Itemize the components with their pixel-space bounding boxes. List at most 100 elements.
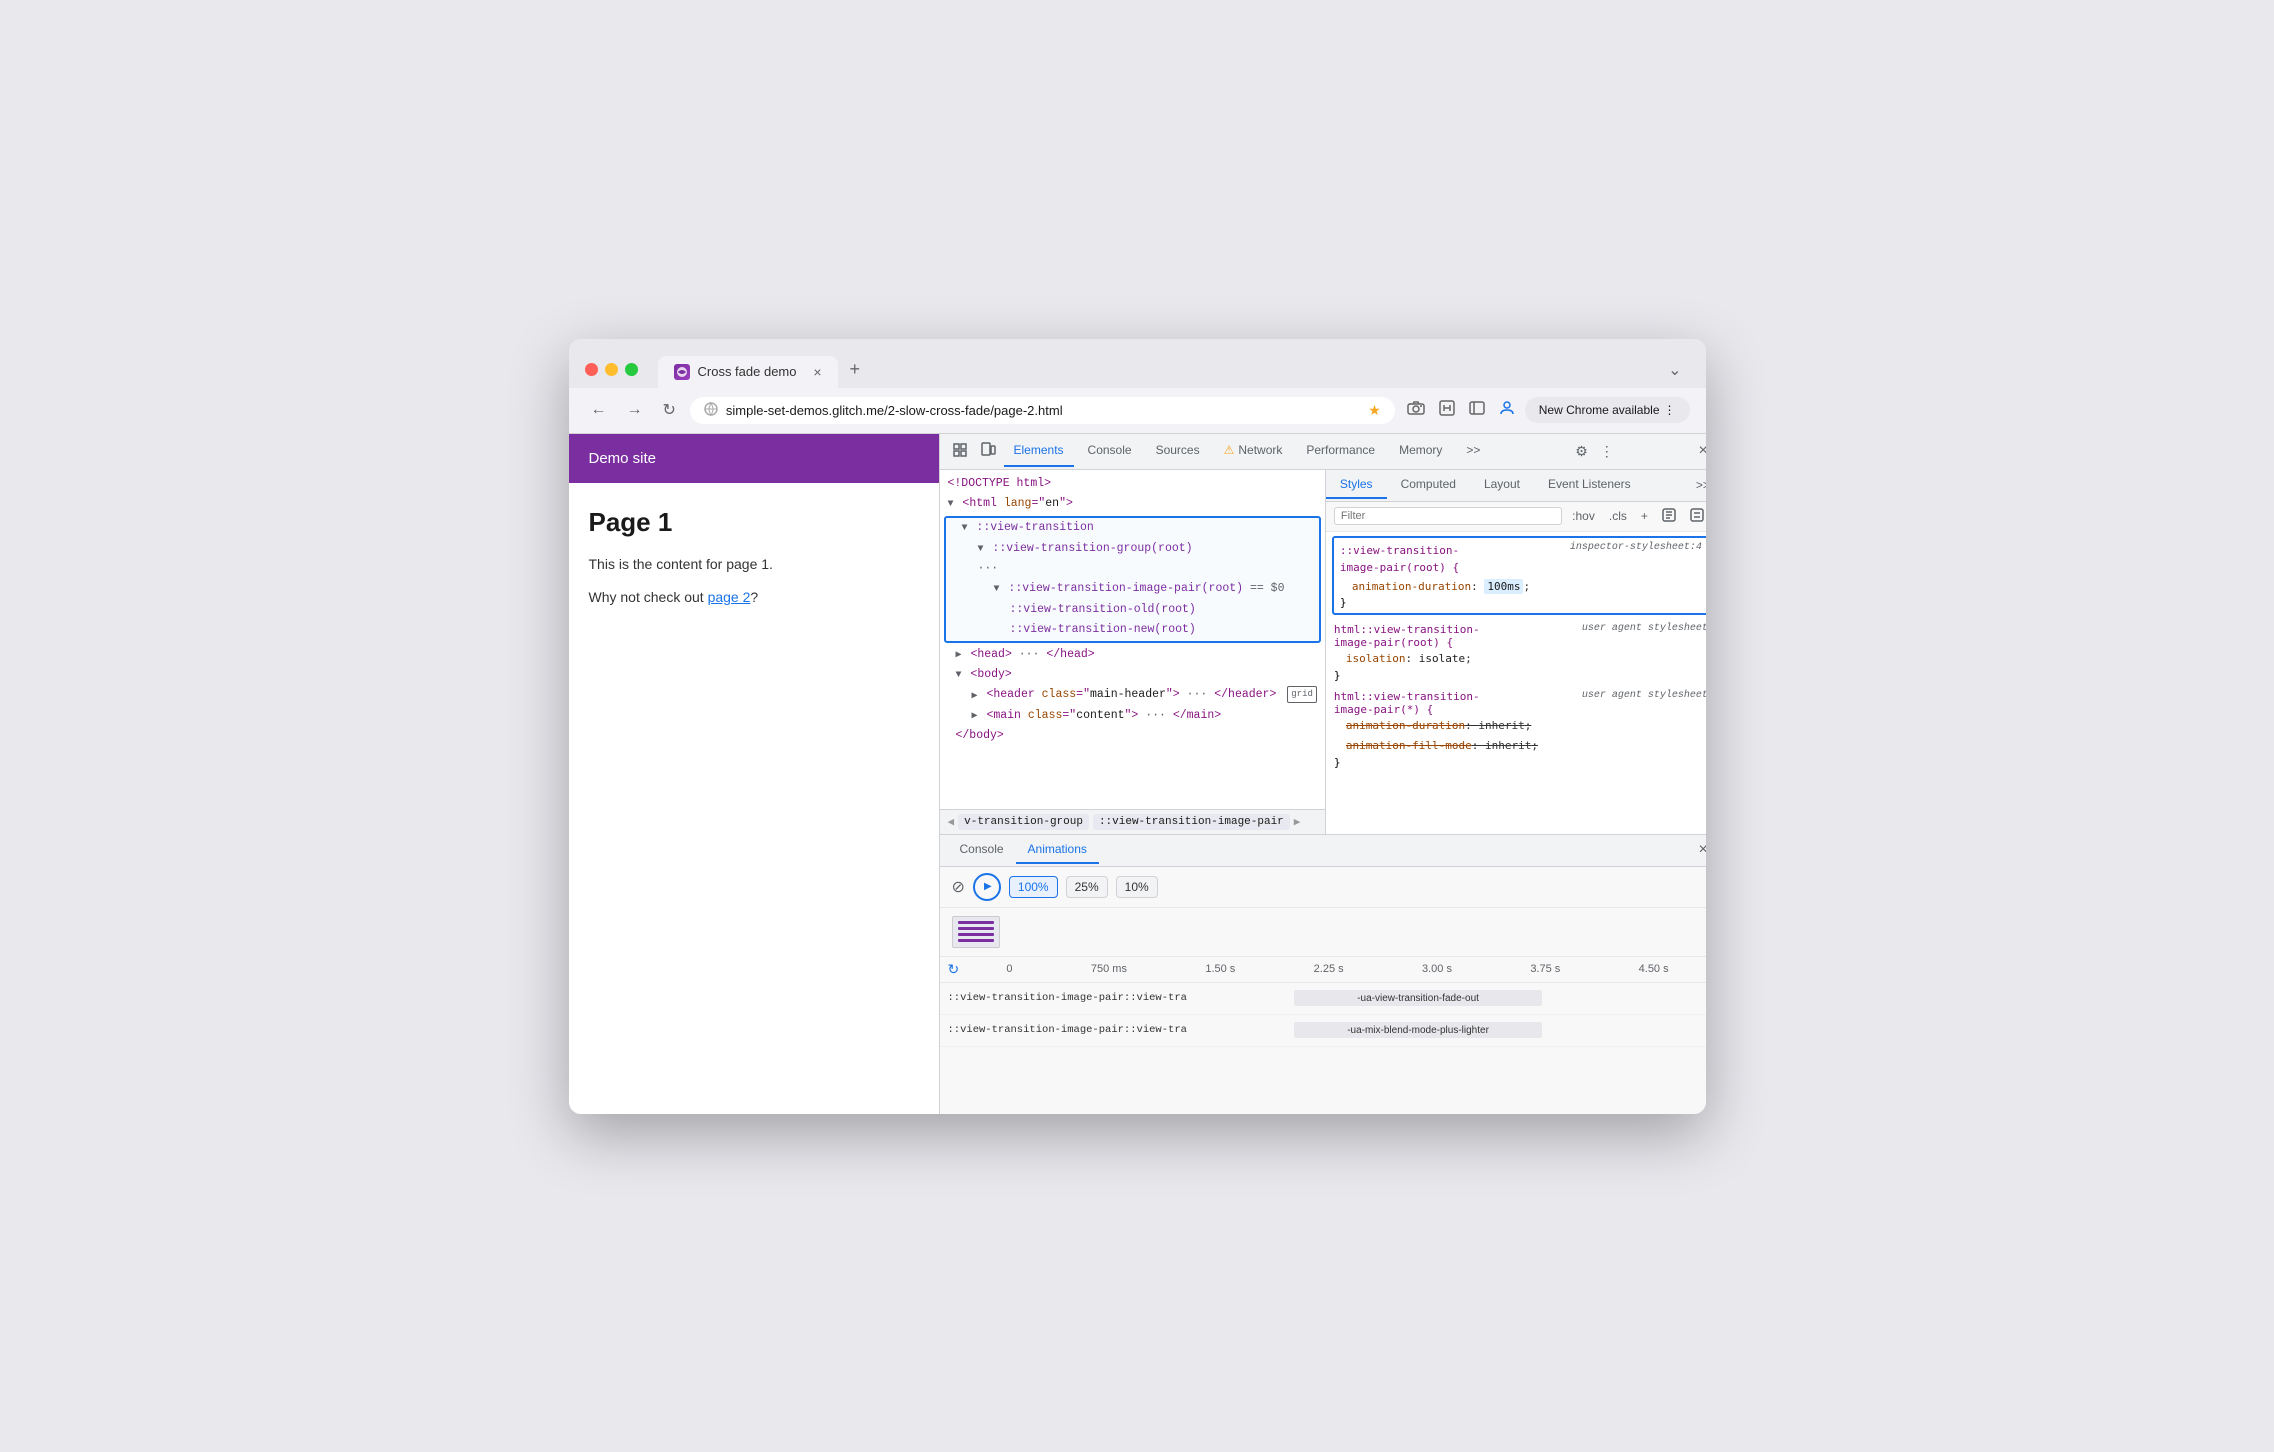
sidebar-icon[interactable] — [1465, 397, 1489, 424]
timeline-bar-label-1: -ua-view-transition-fade-out — [1357, 993, 1479, 1004]
tab-more[interactable]: >> — [1456, 435, 1490, 467]
elem-body[interactable]: ▼ <body> — [940, 665, 1325, 685]
animation-cancel-button[interactable]: ⊘ — [952, 877, 965, 897]
tab-close-button[interactable]: × — [813, 364, 821, 380]
animation-list-area — [940, 908, 1706, 957]
breadcrumb-next-button[interactable]: ▶ — [1294, 815, 1301, 829]
new-chrome-button[interactable]: New Chrome available ⋮ — [1525, 397, 1690, 423]
animation-list-item[interactable] — [952, 916, 1704, 948]
speed-100-button[interactable]: 100% — [1009, 876, 1058, 898]
elem-view-transition-new[interactable]: ::view-transition-new(root) — [946, 620, 1319, 640]
hov-button[interactable]: :hov — [1568, 507, 1599, 525]
elem-head[interactable]: ▶ <head> ··· </head> — [940, 645, 1325, 665]
demo-site-title: Demo site — [589, 450, 657, 467]
tab-title: Cross fade demo — [698, 364, 797, 379]
devtools-panels: <!DOCTYPE html> ▼ <html lang="en"> ▼ ::v… — [940, 470, 1706, 834]
main-area: Demo site Page 1 This is the content for… — [569, 434, 1706, 1114]
new-chrome-more-icon: ⋮ — [1664, 403, 1676, 417]
page-heading: Page 1 — [589, 507, 919, 538]
styles-tab-more[interactable]: >> — [1690, 474, 1706, 496]
timeline-bar-area-1: -ua-view-transition-fade-out — [1220, 983, 1706, 1014]
marker-750: 750 ms — [1091, 963, 1127, 975]
speed-10-button[interactable]: 10% — [1116, 876, 1158, 898]
computed-style-button[interactable] — [1686, 506, 1706, 527]
tab-console[interactable]: Console — [1078, 435, 1142, 467]
style-source-highlighted[interactable]: inspector-stylesheet:4 — [1570, 542, 1702, 553]
timeline-row-2[interactable]: ::view-transition-image-pair::view-tra -… — [940, 1015, 1706, 1047]
back-button[interactable]: ← — [585, 397, 613, 423]
tab-elements[interactable]: Elements — [1004, 435, 1074, 467]
styles-content: ::view-transition-image-pair(root) { ins… — [1326, 532, 1706, 834]
elements-panel: <!DOCTYPE html> ▼ <html lang="en"> ▼ ::v… — [940, 470, 1326, 834]
grid-badge: grid — [1287, 686, 1317, 702]
style-prop-anim-dur: animation-duration — [1352, 580, 1471, 593]
address-bar[interactable]: simple-set-demos.glitch.me/2-slow-cross-… — [690, 397, 1395, 424]
demo-site-header: Demo site — [569, 434, 939, 483]
new-style-rule-button[interactable] — [1658, 506, 1680, 527]
styles-tab-event-listeners[interactable]: Event Listeners — [1534, 471, 1645, 499]
bookmark-icon[interactable]: ★ — [1368, 402, 1381, 419]
elem-view-transition[interactable]: ▼ ::view-transition — [946, 518, 1319, 538]
speed-25-button[interactable]: 25% — [1066, 876, 1108, 898]
style-ua-label-2: user agent stylesheet — [1582, 690, 1706, 716]
styles-tab-layout[interactable]: Layout — [1470, 471, 1534, 499]
devtools-more-button[interactable]: ⋮ — [1596, 439, 1618, 464]
add-style-button[interactable]: + — [1637, 507, 1652, 525]
styles-tab-styles[interactable]: Styles — [1326, 471, 1387, 499]
maximize-traffic-light[interactable] — [625, 363, 638, 376]
timeline-row-1[interactable]: ::view-transition-image-pair::view-tra -… — [940, 983, 1706, 1015]
breadcrumb-prev-button[interactable]: ◀ — [948, 815, 955, 829]
bottom-tab-animations[interactable]: Animations — [1016, 836, 1099, 864]
share-icon[interactable] — [1435, 396, 1459, 425]
content-p2-text: Why not check out — [589, 589, 708, 605]
elem-main[interactable]: ▶ <main class="content"> ··· </main> — [940, 706, 1325, 726]
element-picker-button[interactable] — [948, 438, 972, 465]
page-2-link[interactable]: page 2 — [708, 589, 751, 605]
animation-play-button[interactable]: ▶ — [973, 873, 1001, 901]
profile-icon[interactable] — [1495, 396, 1519, 425]
bottom-panel: Console Animations × ⊘ ▶ 100% 25% 10% — [940, 834, 1706, 1114]
elements-content[interactable]: <!DOCTYPE html> ▼ <html lang="en"> ▼ ::v… — [940, 470, 1325, 809]
timeline-refresh-icon[interactable]: ↻ — [948, 961, 960, 978]
bottom-tabs: Console Animations × — [940, 835, 1706, 867]
network-warning-icon: ⚠ — [1224, 443, 1235, 457]
breadcrumb-item-1[interactable]: v-transition-group — [958, 814, 1089, 830]
new-tab-button[interactable]: + — [838, 351, 873, 388]
tab-memory[interactable]: Memory — [1389, 435, 1452, 467]
elem-view-transition-image-pair[interactable]: ▼ ::view-transition-image-pair(root) == … — [946, 579, 1319, 599]
elem-html[interactable]: ▼ <html lang="en"> — [940, 494, 1325, 514]
nav-bar: ← → ↻ simple-set-demos.glitch.me/2-slow-… — [569, 388, 1706, 434]
new-chrome-label: New Chrome available — [1539, 403, 1660, 417]
tab-dropdown-button[interactable]: ⌄ — [1660, 352, 1689, 388]
styles-filter-input[interactable] — [1334, 507, 1562, 525]
tab-sources[interactable]: Sources — [1146, 435, 1210, 467]
timeline-bar-label-2: -ua-mix-blend-mode-plus-lighter — [1347, 1025, 1489, 1036]
style-val-anim-dur[interactable]: 100ms — [1484, 579, 1523, 594]
forward-button[interactable]: → — [621, 397, 649, 423]
bottom-panel-close-button[interactable]: × — [1699, 841, 1706, 859]
play-icon: ▶ — [984, 881, 992, 892]
bottom-tab-console[interactable]: Console — [948, 836, 1016, 864]
styles-tab-computed[interactable]: Computed — [1387, 471, 1470, 499]
close-traffic-light[interactable] — [585, 363, 598, 376]
cls-button[interactable]: .cls — [1605, 507, 1631, 525]
reload-button[interactable]: ↻ — [657, 396, 682, 424]
styles-tabs: Styles Computed Layout Event Listeners >… — [1326, 470, 1706, 502]
minimize-traffic-light[interactable] — [605, 363, 618, 376]
devtools-settings-button[interactable]: ⚙ — [1571, 439, 1592, 464]
device-toolbar-button[interactable] — [976, 438, 1000, 465]
elem-header[interactable]: ▶ <header class="main-header"> ··· </hea… — [940, 685, 1325, 706]
active-tab[interactable]: Cross fade demo × — [658, 356, 838, 388]
styles-panel: Styles Computed Layout Event Listeners >… — [1326, 470, 1706, 834]
demo-page: Demo site Page 1 This is the content for… — [569, 434, 939, 1114]
timeline-rows: ::view-transition-image-pair::view-tra -… — [940, 983, 1706, 1114]
camera-icon[interactable] — [1403, 397, 1429, 424]
elem-view-transition-group[interactable]: ▼ ::view-transition-group(root) — [946, 539, 1319, 559]
breadcrumb-item-2[interactable]: ::view-transition-image-pair — [1093, 814, 1290, 830]
elem-view-transition-old[interactable]: ::view-transition-old(root) — [946, 600, 1319, 620]
devtools-close-button[interactable]: × — [1699, 442, 1706, 460]
tab-performance[interactable]: Performance — [1296, 435, 1385, 467]
marker-300: 3.00 s — [1422, 963, 1452, 975]
style-ua-label-1: user agent stylesheet — [1582, 623, 1706, 649]
tab-network[interactable]: ⚠ Network — [1214, 435, 1293, 467]
